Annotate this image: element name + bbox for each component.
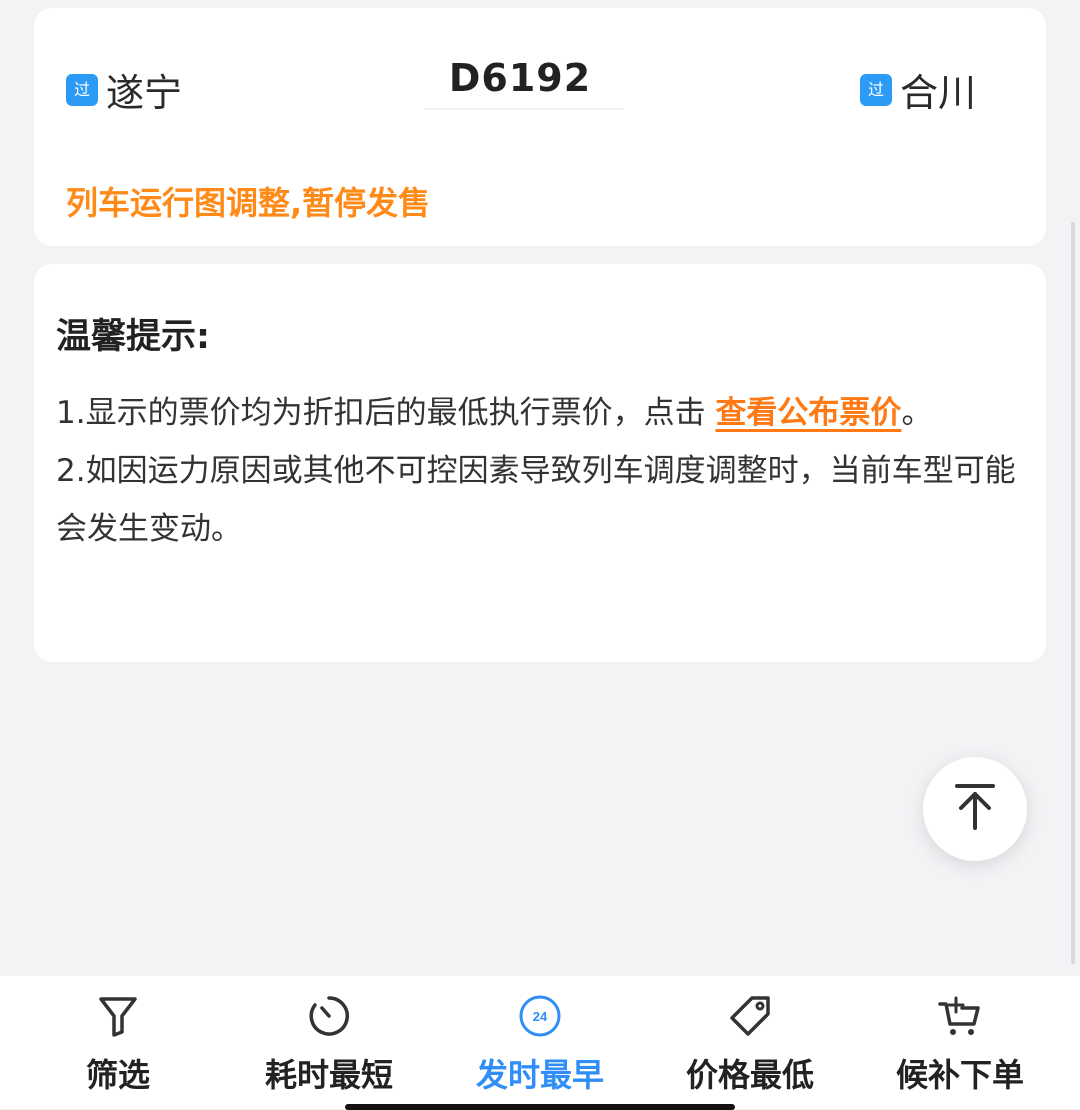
cart-plus-icon xyxy=(870,994,1050,1038)
divider xyxy=(424,108,624,110)
tip-item-1: 1.显示的票价均为折扣后的最低执行票价，点击 查看公布票价。 xyxy=(56,384,1016,442)
tips-title: 温馨提示: xyxy=(56,317,210,357)
train-info-card: 过 遂宁 D6192 过 合川 列车运行图调整,暂停发售 xyxy=(34,8,1046,246)
home-indicator[interactable] xyxy=(345,1104,735,1110)
price-tag-icon xyxy=(660,994,840,1038)
bottom-sort-bar: 筛选 耗时最短 24 发时最早 价格最低 候补下单 xyxy=(0,976,1080,1109)
sort-shortest-duration-label: 耗时最短 xyxy=(264,1056,393,1094)
timer-icon xyxy=(239,994,419,1038)
arrival-station[interactable]: 过 合川 xyxy=(860,62,976,117)
filter-icon xyxy=(28,994,208,1038)
waitlist-order-label: 候补下单 xyxy=(895,1056,1024,1094)
suspension-notice: 列车运行图调整,暂停发售 xyxy=(66,184,431,222)
sort-lowest-price-label: 价格最低 xyxy=(685,1056,814,1094)
arrow-up-icon xyxy=(953,782,997,836)
arrival-station-name: 合川 xyxy=(900,71,977,115)
back-to-top-button[interactable] xyxy=(923,757,1027,861)
tip-item-1-text: 1.显示的票价均为折扣后的最低执行票价，点击 xyxy=(56,395,716,431)
sort-shortest-duration-button[interactable]: 耗时最短 xyxy=(239,994,419,1096)
tips-card: 温馨提示: 1.显示的票价均为折扣后的最低执行票价，点击 查看公布票价。 2.如… xyxy=(34,264,1046,662)
tip-item-2: 2.如因运力原因或其他不可控因素导致列车调度调整时，当前车型可能会发生变动。 xyxy=(56,453,1016,547)
filter-label: 筛选 xyxy=(85,1056,150,1094)
clock-24-icon: 24 xyxy=(450,994,630,1038)
sort-lowest-price-button[interactable]: 价格最低 xyxy=(660,994,840,1096)
scrollbar[interactable] xyxy=(1071,222,1075,964)
tips-body: 1.显示的票价均为折扣后的最低执行票价，点击 查看公布票价。 2.如因运力原因或… xyxy=(56,384,1016,558)
filter-button[interactable]: 筛选 xyxy=(28,994,208,1096)
sort-earliest-departure-label: 发时最早 xyxy=(475,1056,604,1094)
view-published-price-link[interactable]: 查看公布票价 xyxy=(715,395,901,431)
tip-item-1-end: 。 xyxy=(901,395,933,431)
clock-24-text: 24 xyxy=(533,1009,548,1024)
pass-badge-icon: 过 xyxy=(860,73,892,106)
waitlist-order-button[interactable]: 候补下单 xyxy=(870,994,1050,1096)
sort-earliest-departure-button[interactable]: 24 发时最早 xyxy=(450,994,630,1096)
